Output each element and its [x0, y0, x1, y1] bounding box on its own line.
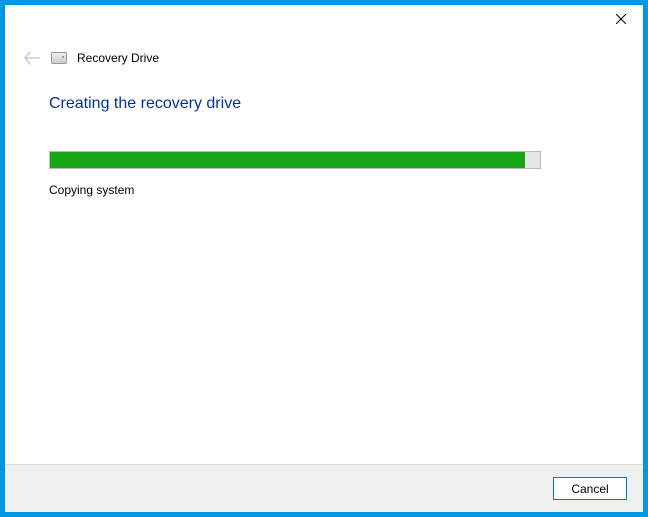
footer: Cancel — [5, 464, 643, 512]
progress-bar — [49, 151, 541, 169]
page-heading: Creating the recovery drive — [49, 95, 599, 113]
app-title: Recovery Drive — [77, 51, 159, 65]
drive-icon — [51, 52, 67, 64]
back-arrow-icon — [24, 51, 40, 65]
header-row: Recovery Drive — [5, 49, 643, 67]
status-text: Copying system — [49, 183, 599, 197]
close-button[interactable] — [598, 5, 643, 33]
cancel-button[interactable]: Cancel — [553, 477, 627, 500]
content-area: Creating the recovery drive Copying syst… — [5, 67, 643, 464]
titlebar — [5, 5, 643, 37]
wizard-window: Recovery Drive Creating the recovery dri… — [5, 5, 643, 512]
close-icon — [616, 14, 626, 24]
progress-fill — [50, 152, 525, 168]
back-button[interactable] — [23, 49, 41, 67]
